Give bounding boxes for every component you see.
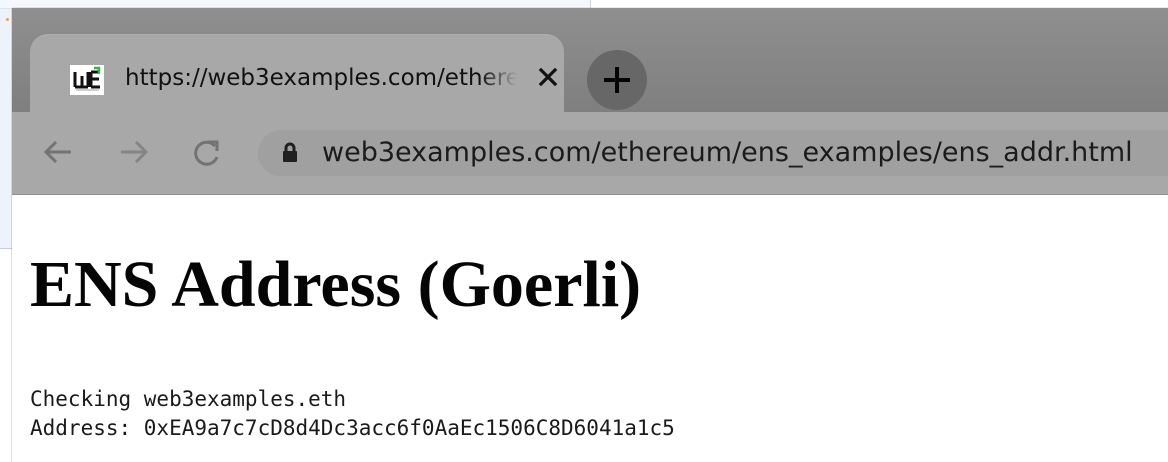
page-content: ENS Address (Goerli) Checking web3exampl…: [12, 195, 1168, 462]
tab-title: https://web3examples.com/ethereum/ens_ex…: [125, 65, 525, 91]
address-line: Address: 0xEA9a7c7cD8d4Dc3acc6f0AaEc1506…: [30, 416, 675, 440]
back-arrow-icon: [43, 140, 71, 164]
browser-toolbar: web3examples.com/ethereum/ens_examples/e…: [12, 112, 1168, 195]
browser-window: https://web3examples.com/ethereum/ens_ex…: [12, 8, 1168, 462]
address-bar[interactable]: web3examples.com/ethereum/ens_examples/e…: [258, 130, 1168, 176]
screenshot-stage: https://web3examples.com/ethereum/ens_ex…: [0, 0, 1168, 462]
reload-icon: [194, 140, 219, 166]
browser-tab[interactable]: https://web3examples.com/ethereum/ens_ex…: [30, 34, 564, 112]
plus-icon: [604, 67, 630, 93]
forward-arrow-icon: [121, 140, 149, 164]
close-icon[interactable]: [536, 65, 560, 89]
reload-button[interactable]: [188, 134, 224, 170]
forward-button[interactable]: [116, 134, 152, 170]
ens-output: Checking web3examples.eth Address: 0xEA9a…: [30, 385, 675, 443]
web3examples-favicon-icon: [70, 65, 104, 95]
checking-line: Checking web3examples.eth: [30, 387, 347, 411]
background-accent-dot: [6, 18, 9, 21]
page-title: ENS Address (Goerli): [30, 248, 642, 321]
back-button[interactable]: [40, 134, 76, 170]
tab-strip: https://web3examples.com/ethereum/ens_ex…: [12, 8, 1168, 112]
lock-icon[interactable]: [278, 141, 302, 165]
new-tab-button[interactable]: [587, 50, 647, 110]
address-text[interactable]: web3examples.com/ethereum/ens_examples/e…: [322, 130, 1162, 176]
